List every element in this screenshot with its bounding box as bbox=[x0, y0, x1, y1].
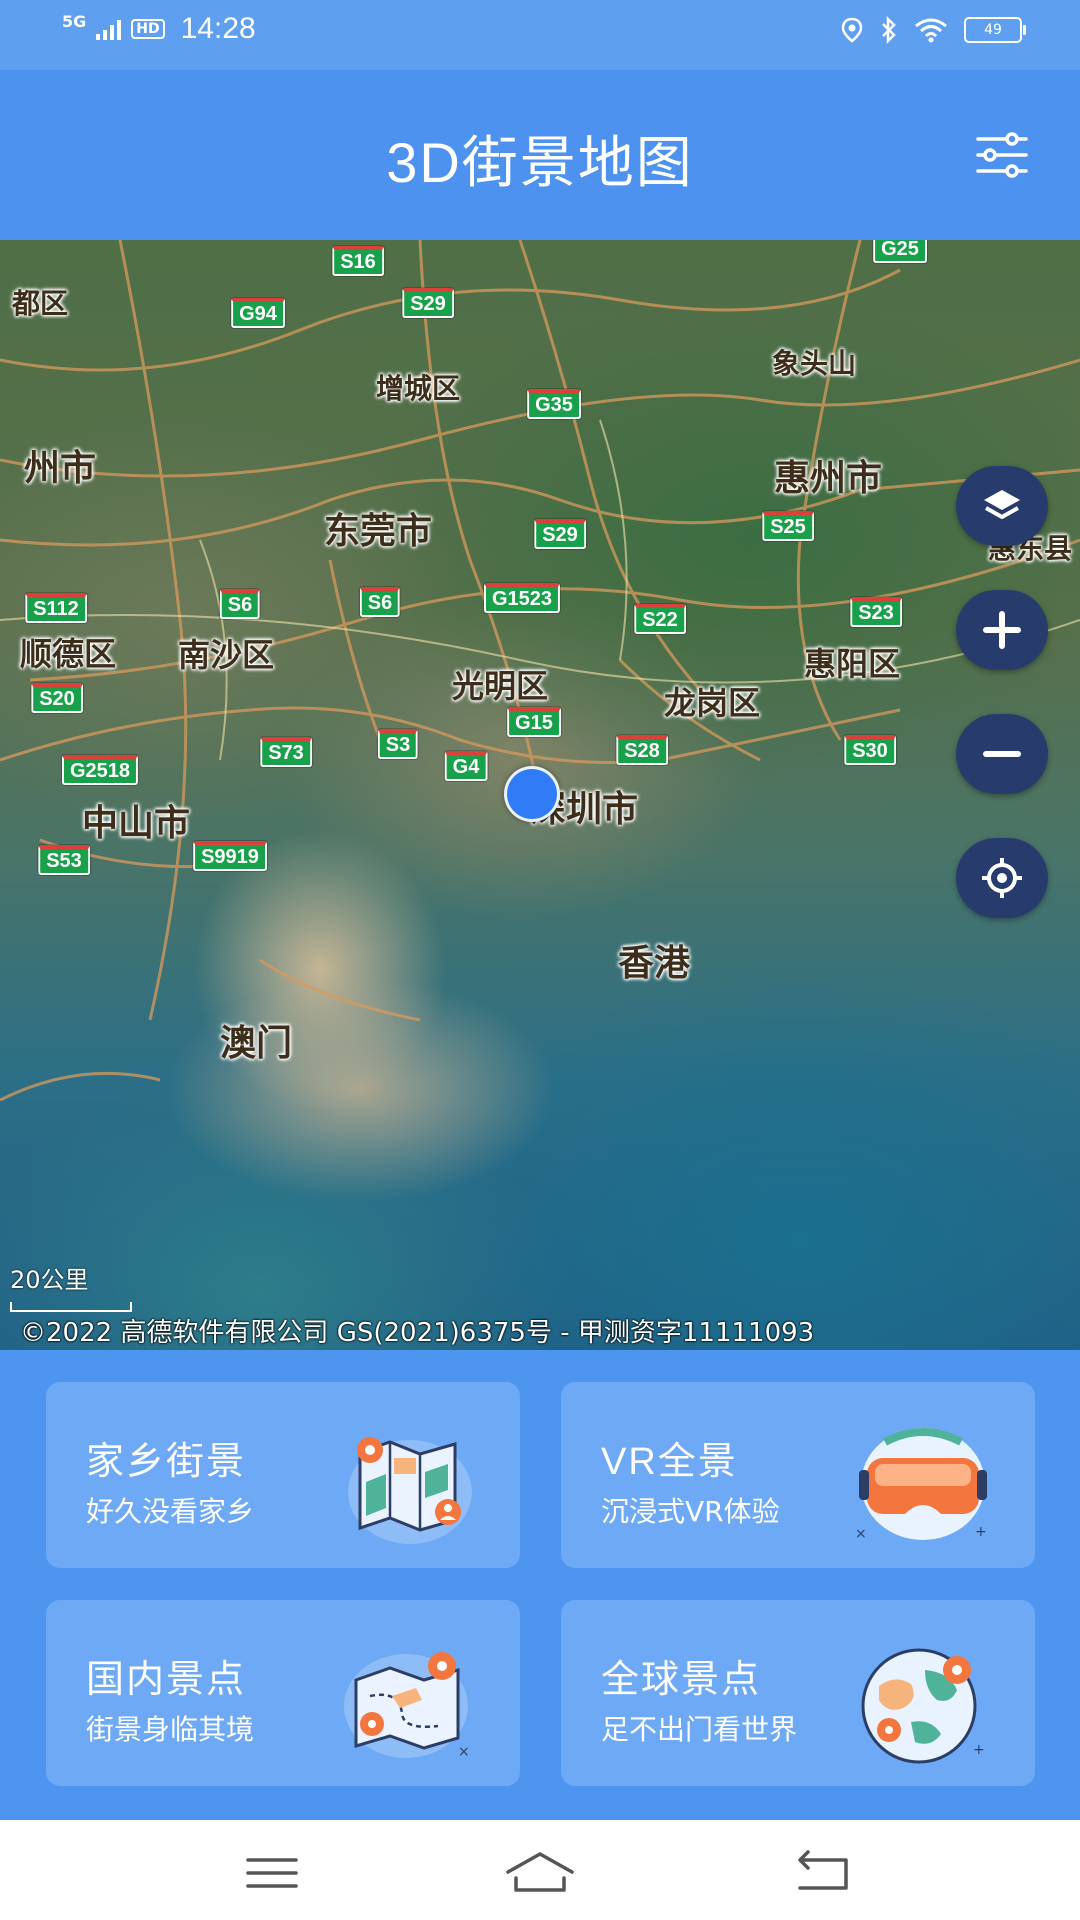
hometown-map-icon bbox=[348, 1437, 472, 1544]
status-bar: 5G HD 14:28 49 bbox=[0, 0, 1080, 70]
place-label: 东莞市 bbox=[323, 511, 433, 552]
road-shield: G94 bbox=[231, 298, 285, 328]
bluetooth-icon bbox=[882, 16, 896, 44]
svg-text:×: × bbox=[855, 1526, 867, 1542]
card-title: VR全景 bbox=[601, 1441, 738, 1483]
road-shield: S25 bbox=[762, 511, 814, 541]
road-shield: S9919 bbox=[193, 841, 267, 871]
place-label: 惠州市 bbox=[773, 458, 883, 499]
svg-text:×: × bbox=[458, 1744, 470, 1760]
menu-icon bbox=[246, 1858, 298, 1888]
back-icon bbox=[798, 1850, 848, 1890]
card-title: 全球景点 bbox=[601, 1659, 762, 1701]
globe-pin-icon: + bbox=[861, 1648, 985, 1764]
domestic-attractions-card[interactable]: 国内景点 街景身临其境 × bbox=[46, 1600, 520, 1786]
feature-cards: 家乡街景 好久没看家乡 VR全景 沉浸式VR体验 + × 国内景点 街景身临其境… bbox=[0, 1350, 1080, 1820]
page-title: 3D街景地图 bbox=[386, 131, 694, 194]
current-location-marker bbox=[504, 766, 560, 822]
place-label: 象头山 bbox=[771, 347, 857, 380]
card-title: 国内景点 bbox=[86, 1659, 247, 1701]
home-button[interactable] bbox=[502, 1848, 578, 1898]
road-shield: S28 bbox=[616, 735, 668, 765]
road-shield: S53 bbox=[38, 845, 90, 875]
vr-headset-icon: + × bbox=[855, 1428, 987, 1542]
road-shield: S73 bbox=[260, 737, 312, 767]
svg-text:+: + bbox=[975, 1524, 987, 1540]
place-label: 香港 bbox=[617, 943, 691, 984]
locate-icon bbox=[982, 858, 1022, 898]
satellite-map[interactable]: 都区 增城区 象头山 州市 惠州市 东莞市 惠东县 顺德区 南沙区 光明区 龙岗… bbox=[0, 240, 1080, 1350]
sliders-icon bbox=[976, 132, 1028, 178]
svg-text:+: + bbox=[973, 1742, 985, 1758]
place-label: 州市 bbox=[23, 448, 97, 489]
back-button[interactable] bbox=[786, 1848, 862, 1898]
status-right: 49 bbox=[840, 16, 1026, 44]
card-title: 家乡街景 bbox=[86, 1441, 247, 1483]
hd-badge: HD bbox=[131, 19, 165, 39]
plus-icon bbox=[983, 611, 1021, 649]
battery-icon: 49 bbox=[964, 17, 1026, 43]
network-type: 5G bbox=[62, 11, 87, 31]
battery-level: 49 bbox=[984, 22, 1002, 38]
card-subtitle: 好久没看家乡 bbox=[86, 1495, 255, 1528]
status-left: 5G HD 14:28 bbox=[62, 12, 256, 46]
road-shield: S3 bbox=[377, 729, 419, 759]
zoom-out-button[interactable] bbox=[956, 714, 1048, 794]
road-shield: S16 bbox=[332, 246, 384, 276]
road-shield: G15 bbox=[507, 707, 561, 737]
road-shield: G2518 bbox=[61, 755, 139, 785]
road-shield: G4 bbox=[444, 751, 488, 781]
place-label: 光明区 bbox=[451, 667, 549, 705]
road-shield: S29 bbox=[534, 519, 586, 549]
place-label: 南沙区 bbox=[177, 636, 275, 674]
road-shield: G35 bbox=[527, 389, 581, 419]
locate-button[interactable] bbox=[956, 838, 1048, 918]
road-shield: S30 bbox=[844, 735, 896, 765]
card-subtitle: 沉浸式VR体验 bbox=[601, 1495, 780, 1528]
road-shield: S22 bbox=[634, 604, 686, 634]
map-scale: 20公里 bbox=[10, 1266, 89, 1294]
place-label: 澳门 bbox=[219, 1023, 293, 1064]
road-shield: G25 bbox=[873, 240, 927, 263]
minus-icon bbox=[983, 751, 1021, 757]
settings-button[interactable] bbox=[972, 125, 1032, 185]
layers-button[interactable] bbox=[956, 466, 1048, 546]
zoom-in-button[interactable] bbox=[956, 590, 1048, 670]
road-shield: S112 bbox=[25, 593, 87, 623]
home-icon bbox=[506, 1852, 574, 1892]
place-label: 惠阳区 bbox=[803, 645, 901, 683]
road-shield: S23 bbox=[850, 597, 902, 627]
place-label: 中山市 bbox=[81, 803, 191, 844]
vr-panorama-card[interactable]: VR全景 沉浸式VR体验 + × bbox=[561, 1382, 1035, 1568]
place-label: 增城区 bbox=[375, 372, 461, 405]
layers-icon bbox=[984, 490, 1020, 519]
map-copyright: ©2022 高德软件有限公司 GS(2021)6375号 - 甲测资字11111… bbox=[20, 1318, 815, 1348]
hometown-streetview-card[interactable]: 家乡街景 好久没看家乡 bbox=[46, 1382, 520, 1568]
domestic-map-icon: × bbox=[344, 1652, 470, 1760]
menu-button[interactable] bbox=[234, 1848, 310, 1898]
clock: 14:28 bbox=[180, 12, 256, 45]
road-shield: S6 bbox=[359, 587, 401, 617]
card-subtitle: 足不出门看世界 bbox=[601, 1713, 798, 1746]
road-shield: S6 bbox=[219, 589, 261, 619]
signal-icon bbox=[96, 18, 122, 40]
system-navigation-bar bbox=[0, 1820, 1080, 1920]
place-label: 龙岗区 bbox=[663, 684, 761, 722]
road-shield: G1523 bbox=[483, 583, 561, 613]
app-header: 3D街景地图 bbox=[0, 70, 1080, 240]
place-label: 都区 bbox=[11, 287, 69, 320]
wifi-icon bbox=[915, 18, 947, 43]
location-status-icon bbox=[841, 17, 863, 43]
place-label: 顺德区 bbox=[19, 635, 117, 673]
card-subtitle: 街景身临其境 bbox=[86, 1713, 255, 1746]
scale-line bbox=[10, 1302, 132, 1312]
global-attractions-card[interactable]: 全球景点 足不出门看世界 + bbox=[561, 1600, 1035, 1786]
road-shield: S29 bbox=[402, 288, 454, 318]
road-shield: S20 bbox=[31, 683, 83, 713]
